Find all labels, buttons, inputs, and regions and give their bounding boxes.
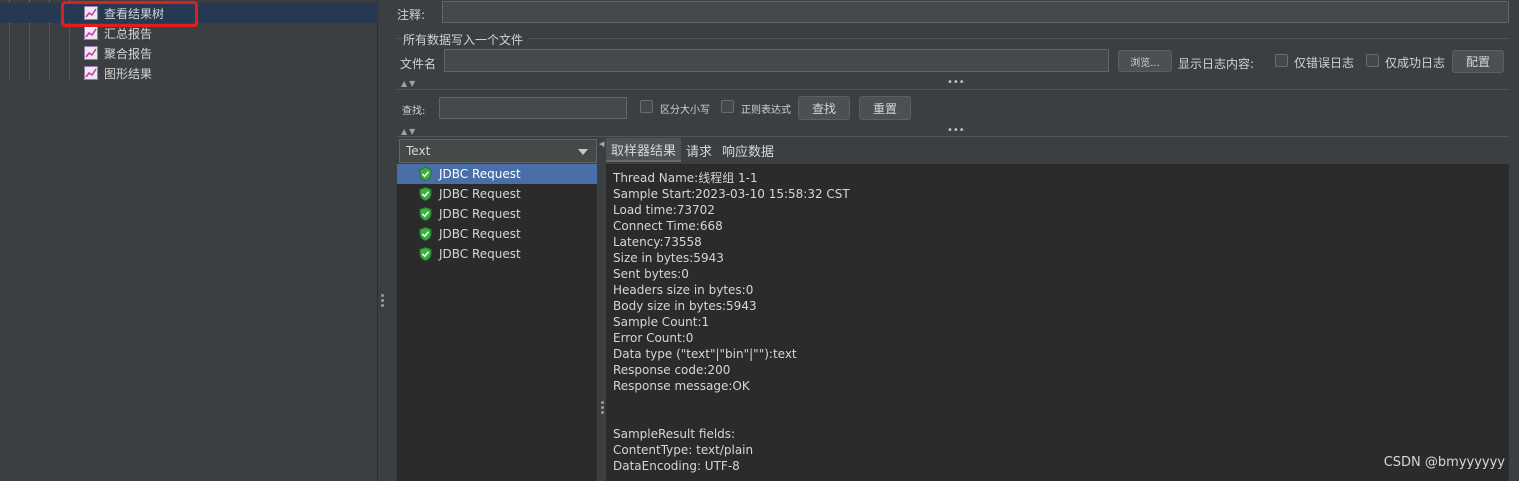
search-input[interactable]	[439, 97, 627, 119]
watermark: CSDN @bmyyyyyy	[1383, 455, 1505, 470]
renderer-selected-value: Text	[406, 144, 431, 158]
tab-response-data[interactable]: 响应数据	[717, 138, 779, 162]
listener-chart-icon	[84, 66, 98, 80]
listener-chart-icon	[84, 46, 98, 60]
tab-sampler-result[interactable]: 取样器结果	[606, 138, 682, 162]
list-item-label: JDBC Request	[439, 247, 521, 261]
case-sensitive-label: 区分大小写	[660, 105, 710, 116]
renderer-select[interactable]: Text	[399, 139, 597, 163]
view-results-tree-panel: 注释: 所有数据写入一个文件 文件名 浏览... 显示日志内容: 仅错误日志 仅…	[388, 0, 1519, 481]
detail-line: DataEncoding: UTF-8	[613, 459, 740, 473]
collapse-arrows-icon[interactable]: ▲▼	[401, 79, 417, 88]
list-item[interactable]: JDBC Request	[397, 224, 597, 244]
detail-line: Sample Start:2023-03-10 15:58:32 CST	[613, 187, 850, 201]
list-item[interactable]: JDBC Request	[397, 244, 597, 264]
divider-dots-icon[interactable]: •••	[947, 125, 965, 136]
list-item-label: JDBC Request	[439, 167, 521, 181]
section-border	[528, 38, 1509, 39]
list-item[interactable]: JDBC Request	[397, 184, 597, 204]
divider-line	[397, 136, 1509, 137]
splitter-grip-dot	[381, 304, 384, 307]
case-sensitive-checkbox[interactable]	[640, 100, 653, 113]
success-shield-icon	[419, 167, 432, 181]
detail-tabs: 取样器结果 请求 响应数据	[606, 138, 779, 162]
splitter-grip-dot[interactable]	[601, 411, 604, 414]
tree-item-graph-results[interactable]: 图形结果	[84, 63, 152, 83]
tab-request[interactable]: 请求	[681, 138, 717, 162]
success-shield-icon	[419, 227, 432, 241]
divider-dots-icon[interactable]: •••	[947, 77, 965, 88]
tree-item-label: 图形结果	[104, 66, 153, 81]
detail-line: SampleResult fields:	[613, 427, 736, 441]
detail-line: Sample Count:1	[613, 315, 710, 329]
detail-line: Size in bytes:5943	[613, 251, 724, 265]
sample-results-list[interactable]: JDBC Request JDBC Request JDBC Request J…	[397, 164, 597, 481]
list-item[interactable]: JDBC Request	[397, 164, 597, 184]
tree-item-label: 汇总报告	[104, 26, 153, 41]
configure-button[interactable]: 配置	[1452, 50, 1504, 73]
detail-line: Thread Name:线程组 1-1	[613, 171, 758, 185]
detail-line: Response message:OK	[613, 379, 750, 393]
success-shield-icon	[419, 207, 432, 221]
success-only-label: 仅成功日志	[1385, 56, 1446, 70]
detail-line	[613, 394, 1502, 410]
detail-line: Sent bytes:0	[613, 267, 689, 281]
chevron-down-icon	[578, 149, 588, 155]
detail-line: Error Count:0	[613, 331, 694, 345]
splitter-grip-dot	[381, 299, 384, 302]
regex-checkbox[interactable]	[721, 100, 734, 113]
detail-line: Connect Time:668	[613, 219, 723, 233]
log-display-label: 显示日志内容:	[1178, 57, 1255, 71]
list-item[interactable]: JDBC Request	[397, 204, 597, 224]
divider-line	[397, 89, 1509, 90]
detail-line: Data type ("text"|"bin"|""):text	[613, 347, 797, 361]
success-shield-icon	[419, 247, 432, 261]
find-button[interactable]: 查找	[798, 96, 850, 120]
file-section-title: 所有数据写入一个文件	[403, 33, 524, 47]
detail-line: Headers size in bytes:0	[613, 283, 754, 297]
main-splitter[interactable]	[378, 0, 388, 481]
splitter-grip-dot[interactable]	[601, 406, 604, 409]
success-only-checkbox[interactable]	[1366, 54, 1379, 67]
tree-item-aggregate-report[interactable]: 聚合报告	[84, 43, 152, 63]
filename-input[interactable]	[444, 49, 1109, 72]
list-item-label: JDBC Request	[439, 207, 521, 221]
detail-line	[613, 410, 1502, 426]
splitter-grip-dot[interactable]	[601, 401, 604, 404]
list-item-label: JDBC Request	[439, 227, 521, 241]
list-item-label: JDBC Request	[439, 187, 521, 201]
detail-line: Response code:200	[613, 363, 731, 377]
detail-line: Load time:73702	[613, 203, 715, 217]
splitter-grip-dot	[381, 294, 384, 297]
search-label: 查找:	[402, 106, 426, 117]
tree-item-label: 聚合报告	[104, 46, 153, 61]
red-highlight-annotation	[61, 1, 198, 27]
expand-left-arrow-icon[interactable]: ◀	[599, 140, 604, 148]
filename-label: 文件名	[400, 57, 437, 71]
detail-line: Latency:73558	[613, 235, 702, 249]
detail-line: Body size in bytes:5943	[613, 299, 757, 313]
comment-input[interactable]	[442, 1, 1509, 23]
reset-button[interactable]: 重置	[859, 96, 911, 120]
errors-only-label: 仅错误日志	[1294, 56, 1355, 70]
comment-label: 注释:	[397, 8, 426, 22]
browse-button[interactable]: 浏览...	[1118, 50, 1172, 72]
test-plan-tree[interactable]: 查看结果树 汇总报告 聚合报告 图形结果	[0, 0, 378, 481]
regex-label: 正则表达式	[741, 105, 791, 116]
errors-only-checkbox[interactable]	[1275, 54, 1288, 67]
listener-chart-icon	[84, 26, 98, 40]
detail-line: ContentType: text/plain	[613, 443, 754, 457]
success-shield-icon	[419, 187, 432, 201]
collapse-arrows-icon[interactable]: ▲▼	[401, 127, 417, 136]
sampler-result-text[interactable]: Thread Name:线程组 1-1 Sample Start:2023-03…	[606, 164, 1509, 481]
